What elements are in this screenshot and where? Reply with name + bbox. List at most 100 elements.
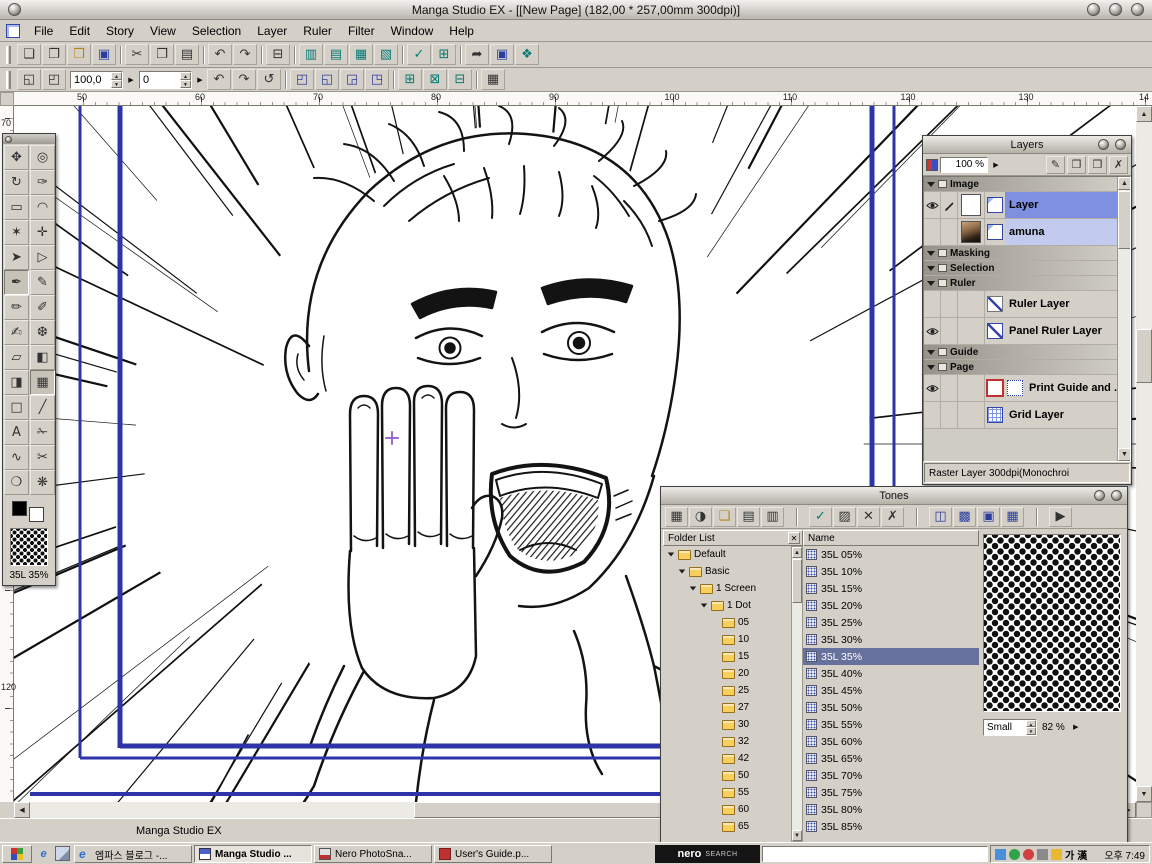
undo-button[interactable]: ↶ [208,44,232,65]
taskbar-task-button[interactable]: 엠파스 블로그 -... [74,845,192,863]
thumb-view-button[interactable]: ▦ [1001,507,1024,527]
close-panel-icon[interactable] [788,532,800,544]
visibility-eye-toggle[interactable] [924,402,941,428]
tone-item[interactable]: 35L 35% [803,648,979,665]
scroll-down-button[interactable]: ▼ [792,830,802,841]
layer-row[interactable]: Page Page [924,360,1117,375]
draw-target-toggle[interactable] [941,192,958,218]
text-tool[interactable]: A [4,420,29,445]
rotate-right-button[interactable]: ↷ [232,69,256,90]
folder-tree-item[interactable]: 10 [663,631,791,648]
folder-tree-item[interactable]: 55 [663,784,791,801]
taskbar-task-button[interactable]: Manga Studio ... [194,845,312,863]
check-line-button[interactable]: ✓ [407,44,431,65]
vertical-scroll-thumb[interactable] [1136,329,1152,383]
document-icon[interactable] [6,24,20,38]
name-column-header[interactable]: Name [803,530,979,546]
expand-arrow-icon[interactable] [679,570,685,574]
select-intersect-button[interactable]: ◳ [365,69,389,90]
internet-explorer-icon[interactable]: e [36,846,51,861]
zoom-up-button[interactable]: ▲ [111,72,122,80]
start-button[interactable] [2,845,32,863]
mech-pencil-tool[interactable]: ✐ [30,295,55,320]
scroll-up-button[interactable]: ▲ [792,547,802,558]
panel-knife-tool[interactable]: ✁ [30,420,55,445]
node-edit-tool[interactable]: ▷ [30,245,55,270]
palette-lock-orb[interactable] [1098,139,1109,150]
export-button[interactable]: ➦ [465,44,489,65]
tone-item[interactable]: 35L 70% [803,767,979,784]
tone-item[interactable]: 35L 25% [803,614,979,631]
tone-item[interactable]: 35L 80% [803,801,979,818]
app-menu-orb-button[interactable] [8,3,21,16]
rectangle-tool[interactable]: □ [4,395,29,420]
folder-tree-item[interactable]: 15 [663,648,791,665]
layer-row[interactable]: Layer Layer [924,192,1117,219]
correct-line-tool[interactable]: ✂ [30,445,55,470]
delete-layer-button[interactable]: ✗ [1109,156,1128,174]
story-add-page-button[interactable]: ▦ [349,44,373,65]
folder-tree-item[interactable]: 25 [663,682,791,699]
collapse-arrow-icon[interactable] [927,182,935,187]
eyedropper-tool[interactable]: ✑ [30,170,55,195]
layer-row[interactable]: Guide Guide [924,345,1117,360]
save-button[interactable]: ▣ [92,44,116,65]
gradient-tool[interactable]: ◨ [4,370,29,395]
select-add-button[interactable]: ◱ [315,69,339,90]
new-folder-button[interactable]: ❒ [1088,156,1107,174]
hand-tool[interactable]: ✥ [4,145,29,170]
layers-scrollbar[interactable]: ▲ ▼ [1117,177,1130,461]
draw-target-toggle[interactable] [941,402,958,428]
palette-close-orb[interactable] [1115,139,1126,150]
tool-palette-title-bar[interactable] [3,134,55,144]
scroll-left-button[interactable]: ◀ [14,802,30,818]
current-tone-swatch[interactable] [10,528,48,566]
layer-mask-button[interactable]: ✎ [1046,156,1065,174]
marker-tool[interactable]: ✎ [30,270,55,295]
layer-row[interactable]: Masking Masking [924,246,1117,261]
collapse-arrow-icon[interactable] [927,251,935,256]
opacity-dropdown-arrow[interactable]: ▶ [990,156,1002,174]
move-layer-tool[interactable]: ✛ [30,220,55,245]
console-button[interactable]: ▣ [490,44,514,65]
story-delete-page-button[interactable]: ▧ [374,44,398,65]
tone-item[interactable]: 35L 65% [803,750,979,767]
menu-item[interactable]: Selection [184,21,249,41]
tones-title-bar[interactable]: Tones [661,487,1127,505]
minimize-button[interactable] [1087,3,1100,16]
snap-ruler-button[interactable]: ⊠ [423,69,447,90]
layer-row[interactable]: Selection Selection [924,261,1117,276]
split-view-button[interactable]: ◫ [929,507,952,527]
zoom-tool[interactable]: ◎ [30,145,55,170]
pattern-grid-button[interactable]: ▩ [953,507,976,527]
marquee-select-tool[interactable]: ▭ [4,195,29,220]
ime-korean-indicator[interactable]: 가 [1065,847,1074,862]
menu-item[interactable]: View [142,21,184,41]
tone-item[interactable]: 35L 20% [803,597,979,614]
visibility-eye-toggle[interactable] [924,219,941,245]
search-input[interactable] [762,846,988,862]
visibility-eye-toggle[interactable] [924,318,941,344]
tone-item[interactable]: 35L 60% [803,733,979,750]
new-page-button[interactable]: ❐ [42,44,66,65]
folder-tree-item[interactable]: 42 [663,750,791,767]
zoom-down-button[interactable]: ▼ [111,80,122,88]
story-pages-button[interactable]: ▤ [324,44,348,65]
folder-tree-item[interactable]: 05 [663,614,791,631]
folder-tree-item[interactable]: Default [663,546,791,563]
view-settings-button[interactable]: ▦ [481,69,505,90]
redo-button[interactable]: ↷ [233,44,257,65]
story-editor-button[interactable]: ▥ [299,44,323,65]
show-desktop-icon[interactable] [55,846,70,861]
tray-icon[interactable] [995,849,1006,860]
preview-zoom-arrow[interactable]: ▶ [1070,718,1082,736]
scroll-up-button[interactable]: ▲ [1136,106,1152,122]
visibility-eye-toggle[interactable] [924,375,941,401]
tray-icon[interactable] [1037,849,1048,860]
tone-item[interactable]: 35L 40% [803,665,979,682]
draw-target-toggle[interactable] [941,375,958,401]
background-color-chip[interactable] [29,507,44,522]
vertical-scrollbar[interactable]: ▲ ▼ [1136,106,1152,802]
menu-item[interactable]: Help [441,21,482,41]
delete-tone-button[interactable]: ✗ [881,507,904,527]
